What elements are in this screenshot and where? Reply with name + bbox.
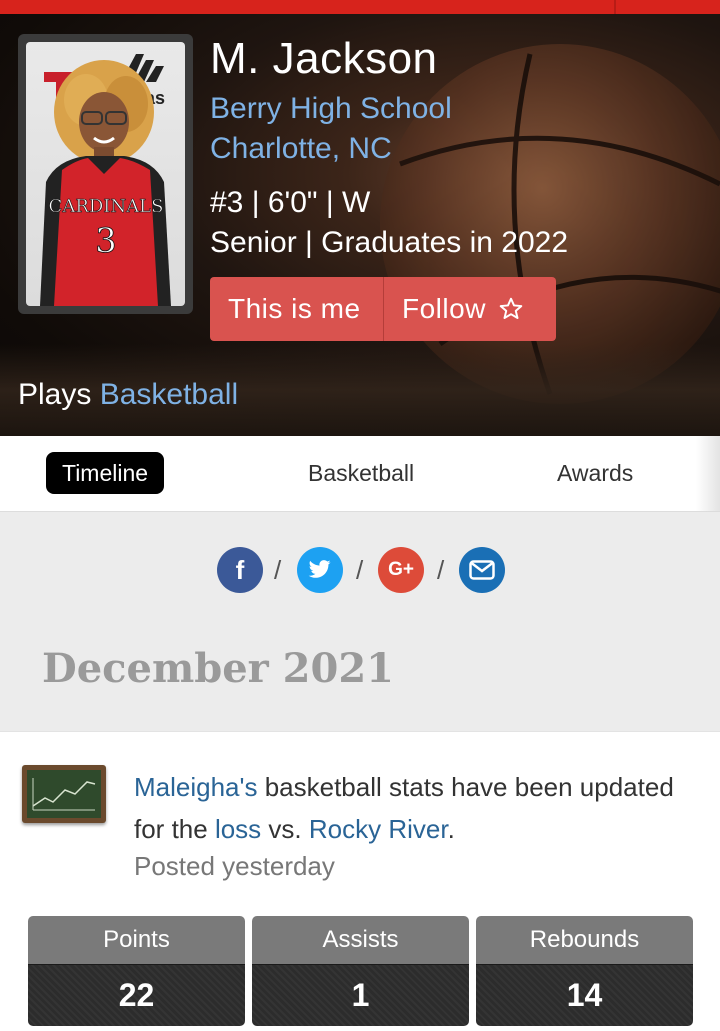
game-result-link[interactable]: loss	[215, 814, 261, 844]
top-accent-bar	[0, 0, 720, 14]
stat-label: Assists	[252, 916, 469, 964]
chalk-line-chart	[32, 778, 96, 811]
share-separator: /	[274, 555, 282, 585]
twitter-bird-glyph	[308, 560, 331, 578]
player-name-link[interactable]: Maleigha's	[134, 772, 257, 802]
this-is-me-button[interactable]: This is me	[210, 277, 384, 341]
share-separator: /	[356, 555, 364, 585]
post-timestamp: Posted yesterday	[134, 851, 335, 881]
location-link[interactable]: Charlotte, NC	[210, 132, 392, 166]
star-outline-icon	[499, 297, 523, 319]
follow-button[interactable]: Follow	[384, 277, 556, 341]
twitter-icon[interactable]	[297, 547, 343, 593]
tabs-scroll-fade	[696, 436, 720, 512]
stat-value: 14	[476, 964, 693, 1026]
tab-basketball[interactable]: Basketball	[308, 452, 414, 494]
stat-label: Rebounds	[476, 916, 693, 964]
stat-box-assists: Assists 1	[252, 916, 469, 1026]
player-name: M. Jackson	[210, 34, 438, 83]
chalkboard-chart-icon	[22, 765, 106, 823]
stat-value: 22	[28, 964, 245, 1026]
player-class-year: Senior | Graduates in 2022	[210, 226, 569, 259]
tab-timeline[interactable]: Timeline	[46, 452, 165, 494]
player-number-height-position: #3 | 6'0" | W	[210, 186, 371, 219]
svg-text:CARDINALS: CARDINALS	[49, 196, 164, 217]
opponent-link[interactable]: Rocky River	[309, 814, 448, 844]
email-icon[interactable]	[459, 547, 505, 593]
stat-box-rebounds: Rebounds 14	[476, 916, 693, 1026]
timeline-month-heading: December 2021	[42, 645, 395, 692]
player-portrait: das CARDINALS 3	[40, 54, 171, 306]
post-text-part: vs.	[261, 814, 309, 844]
svg-text:3: 3	[95, 221, 117, 261]
player-photo-frame: das CARDINALS 3	[18, 34, 193, 314]
stat-box-points: Points 22	[28, 916, 245, 1026]
profile-action-buttons: This is me Follow	[210, 277, 556, 341]
timeline-post-card: Maleigha's basketball stats have been up…	[0, 731, 720, 1031]
follow-label: Follow	[402, 293, 486, 324]
profile-tabs: Timeline Basketball Awards	[0, 436, 720, 512]
facebook-glyph: f	[235, 554, 245, 585]
sport-link[interactable]: Basketball	[100, 378, 238, 411]
google-plus-glyph: G+	[388, 559, 414, 580]
profile-header: das CARDINALS 3 M. Jackson Berry High Sc…	[0, 14, 720, 436]
stat-value: 1	[252, 964, 469, 1026]
school-link[interactable]: Berry High School	[210, 92, 452, 126]
post-text-part: .	[447, 814, 455, 844]
tab-awards[interactable]: Awards	[557, 452, 633, 494]
top-bar-divider	[614, 0, 616, 14]
envelope-glyph	[469, 560, 495, 580]
share-bar: f / / G+ /	[0, 547, 720, 593]
plays-prefix: Plays	[18, 378, 92, 411]
player-photo[interactable]: das CARDINALS 3	[26, 42, 185, 306]
post-message: Maleigha's basketball stats have been up…	[134, 766, 704, 850]
share-separator: /	[437, 555, 445, 585]
stat-label: Points	[28, 916, 245, 964]
chalkboard-surface	[27, 770, 101, 818]
plays-sport: Plays Basketball	[18, 378, 238, 412]
google-plus-icon[interactable]: G+	[378, 547, 424, 593]
facebook-icon[interactable]: f	[217, 547, 263, 593]
